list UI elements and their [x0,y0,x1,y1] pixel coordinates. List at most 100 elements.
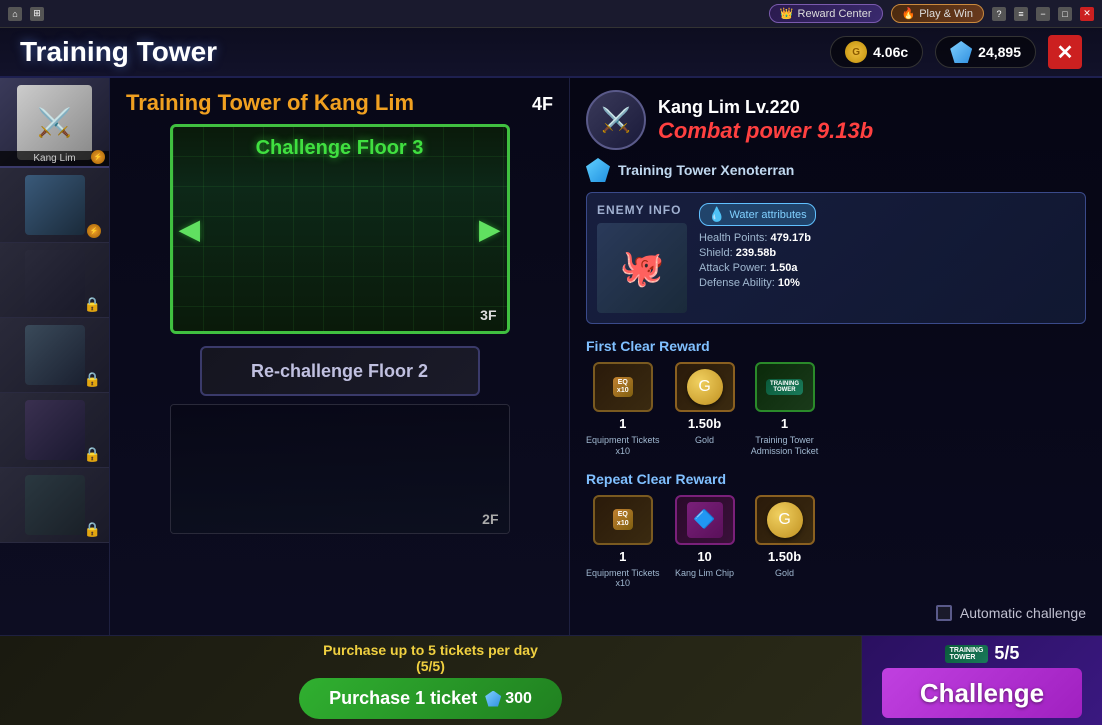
rechallenge-label: Re-challenge Floor 2 [251,361,428,382]
hero-slot-4-img [25,325,85,385]
reward-gold-2: G 1.50b Gold [750,495,820,590]
gem-value: 24,895 [978,44,1021,60]
attack-value: 1.50a [770,262,798,274]
reward-count-training: 1 [781,416,788,431]
tower-panel: Training Tower of Kang Lim 4F Challenge … [110,78,570,635]
purchase-ticket-button[interactable]: Purchase 1 ticket 300 [299,678,562,719]
challenge-section: TRAININGTOWER 5/5 Challenge [862,636,1102,725]
game-header: Training Tower G 4.06c 24,895 ✕ [0,28,1102,78]
lock-icon-5: 🔒 [84,446,101,463]
first-clear-rewards: EQx10 1 Equipment Ticketsx10 G 1.50b Gol… [586,362,1086,457]
lower-floor-2[interactable]: 2F [170,404,510,534]
challenge-button[interactable]: Challenge [882,668,1082,718]
challenge-floor-card[interactable]: Challenge Floor 3 ◀ ▶ 3F [170,124,510,334]
reward-training-ticket: TRAININGTOWER 1 Training TowerAdmission … [750,362,820,457]
hero-name: Kang Lim [33,153,75,164]
stat-hp: Health Points: 479.17b [699,232,1075,244]
training-ticket-icon: TRAININGTOWER [766,379,803,395]
stat-shield: Shield: 239.58b [699,247,1075,259]
os-grid-btn[interactable]: ⊞ [30,7,44,21]
page-title: Training Tower [20,36,217,68]
auto-challenge-checkbox[interactable] [936,605,952,621]
left-sidebar: ⚔️ Kang Lim ⚡ ⚡ 🔒 🔒 🔒 🔒 [0,78,110,635]
reward-center-button[interactable]: 👑 Reward Center [769,4,883,23]
gold-currency: G 4.06c [830,36,923,68]
close-window-button[interactable]: ✕ [1048,35,1082,69]
reward-desc-eq-2: Equipment Ticketsx10 [586,568,660,590]
sidebar-slot-6[interactable]: 🔒 [0,468,109,543]
eq-ticket-icon: EQx10 [613,377,633,398]
right-panel: ⚔️ Kang Lim Lv.220 Combat power 9.13b Tr… [570,78,1102,635]
reward-count-chip: 10 [697,549,711,564]
gold-coin-icon-2: G [767,502,803,538]
hero-slot-3-img [25,250,85,310]
hp-value: 479.17b [771,232,811,244]
hero-slot-2-img [25,175,85,235]
os-close-btn[interactable]: ✕ [1080,7,1094,21]
hero-coin-icon: ⚡ [91,150,105,164]
main-layout: ⚔️ Kang Lim ⚡ ⚡ 🔒 🔒 🔒 🔒 [0,78,1102,635]
reward-icon-training: TRAININGTOWER [755,362,815,412]
gold-value: 4.06c [873,44,908,60]
tower-gem-icon [586,158,610,182]
attribute-label: Water attributes [729,209,806,221]
reward-icon-equipment-2: EQx10 [593,495,653,545]
os-home-btn[interactable]: ⌂ [8,7,22,21]
reward-chip: 🔷 10 Kang Lim Chip [670,495,740,590]
hero-portrait: ⚔️ [17,85,92,160]
reward-icon-gold-2: G [755,495,815,545]
reward-desc-training: Training TowerAdmission Ticket [751,435,819,457]
ticket-fraction: 5/5 [994,643,1019,664]
sidebar-slot-4[interactable]: 🔒 [0,318,109,393]
floor-arrow-right-icon[interactable]: ▶ [479,213,501,246]
hero-avatar-slot[interactable]: ⚔️ Kang Lim ⚡ [0,78,109,168]
enemy-image: 🐙 [597,223,687,313]
os-menu-btn[interactable]: ≡ [1014,7,1028,21]
ticket-icon-sm: TRAININGTOWER [945,645,989,663]
reward-desc-chip: Kang Lim Chip [675,568,734,579]
reward-center-label: Reward Center [798,8,872,20]
sidebar-slot-5[interactable]: 🔒 [0,393,109,468]
defense-value: 10% [778,277,800,289]
reward-count-gold-2: 1.50b [768,549,801,564]
purchase-section: Purchase up to 5 tickets per day(5/5) Pu… [0,636,862,725]
lock-icon-3: 🔒 [84,296,101,313]
floor-arrow-left-icon[interactable]: ◀ [179,213,201,246]
repeat-clear-rewards: EQx10 1 Equipment Ticketsx10 🔷 10 Kang L… [586,495,1086,590]
reward-equipment-1: EQx10 1 Equipment Ticketsx10 [586,362,660,457]
gem-small-icon [485,691,501,707]
reward-count-gold-1: 1.50b [688,416,721,431]
os-bar: ⌂ ⊞ 👑 Reward Center 🔥 Play & Win ? ≡ − □… [0,0,1102,28]
os-minimize-btn[interactable]: − [1036,7,1050,21]
enemy-stats: 💧 Water attributes Health Points: 479.17… [699,203,1075,313]
os-help-btn[interactable]: ? [992,7,1006,21]
reward-count-1: 1 [619,416,626,431]
reward-desc-gold-2: Gold [775,568,794,579]
stat-defense: Defense Ability: 10% [699,277,1075,289]
floor-2-label: 2F [482,511,498,527]
repeat-clear-title: Repeat Clear Reward [586,471,1086,487]
stat-attack: Attack Power: 1.50a [699,262,1075,274]
reward-icon-gold-1: G [675,362,735,412]
rechallenge-button[interactable]: Re-challenge Floor 2 [200,346,480,396]
reward-desc-1: Equipment Ticketsx10 [586,435,660,457]
gold-icon: G [845,41,867,63]
purchase-info: Purchase up to 5 tickets per day(5/5) [323,642,538,674]
sidebar-slot-3[interactable]: 🔒 [0,243,109,318]
reward-icon-equipment-1: EQx10 [593,362,653,412]
os-bar-left: ⌂ ⊞ [8,7,44,21]
enemy-info-panel: ENEMY INFO 🐙 💧 Water attributes Health P… [586,192,1086,324]
os-maximize-btn[interactable]: □ [1058,7,1072,21]
hero-name-tag: Kang Lim ⚡ [0,151,109,166]
sidebar-slot-2[interactable]: ⚡ [0,168,109,243]
challenge-floor-label: Challenge Floor 3 [256,137,424,160]
boss-info-text: Kang Lim Lv.220 Combat power 9.13b [658,97,873,144]
gem-currency: 24,895 [935,36,1036,68]
play-win-button[interactable]: 🔥 Play & Win [891,4,985,23]
boss-info: ⚔️ Kang Lim Lv.220 Combat power 9.13b [586,90,1086,150]
first-clear-title: First Clear Reward [586,338,1086,354]
lock-icon-4: 🔒 [84,371,101,388]
tower-name-text: Training Tower Xenoterran [618,162,794,178]
shield-label: Shield: [699,247,733,259]
lock-icon-6: 🔒 [84,521,101,538]
